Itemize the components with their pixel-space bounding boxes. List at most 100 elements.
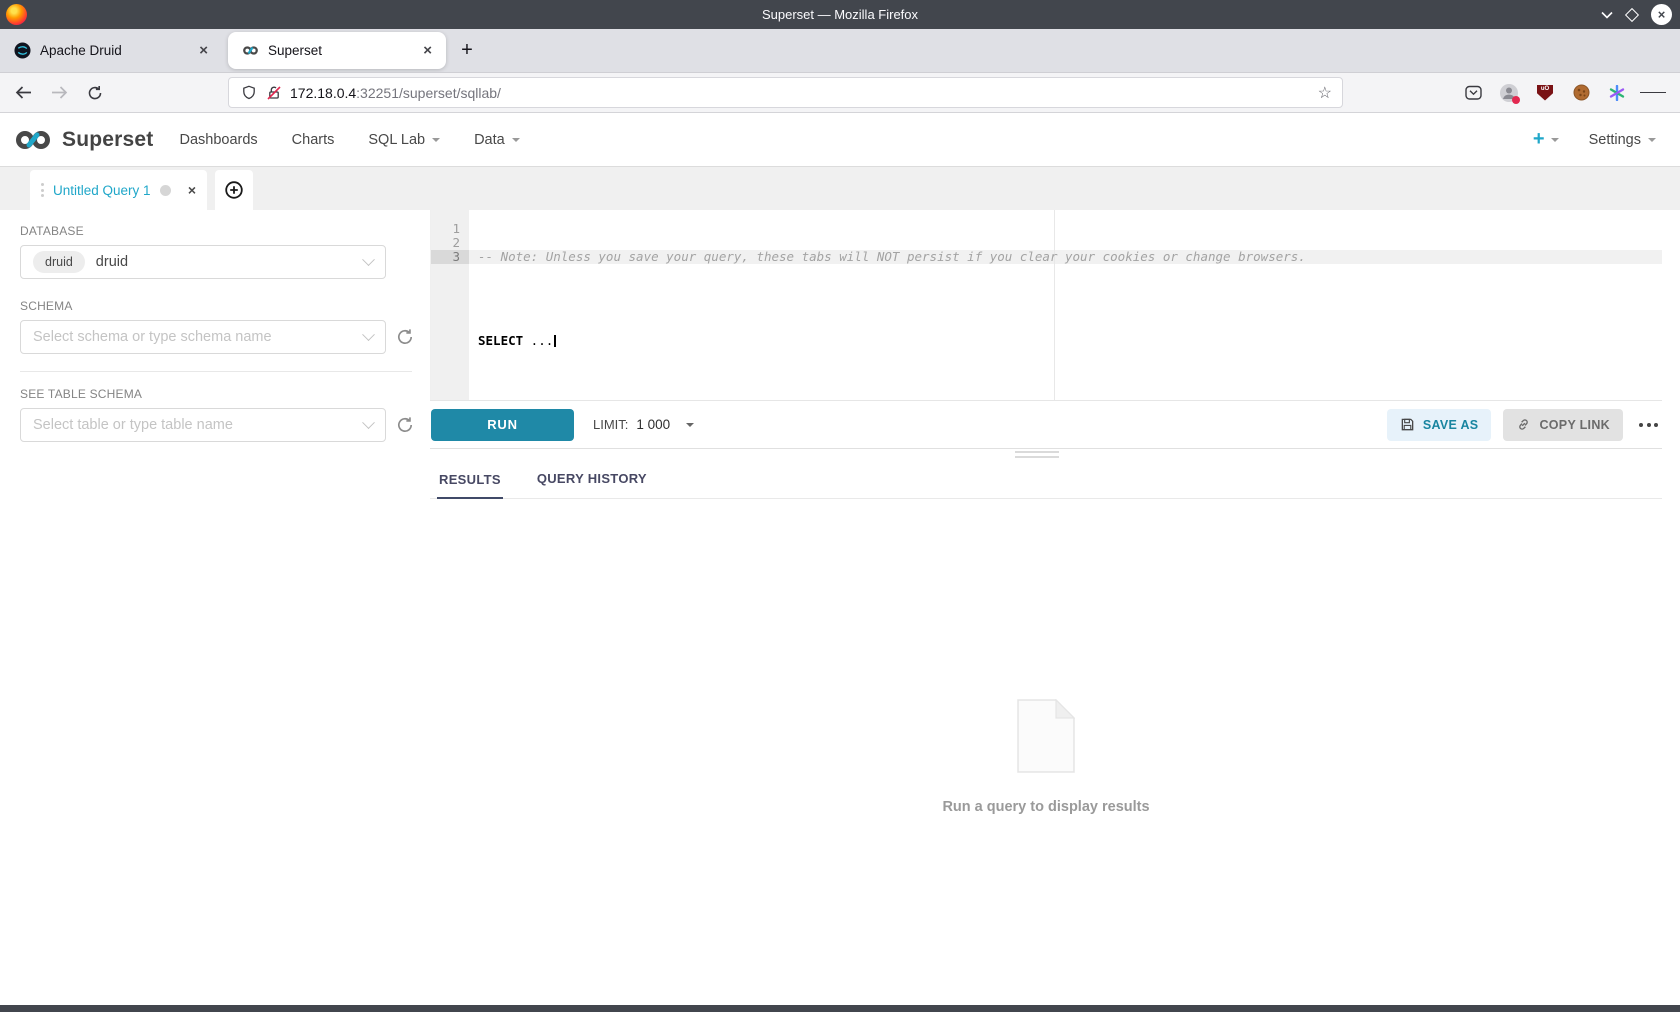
results-tabbar: RESULTS QUERY HISTORY <box>430 461 1662 499</box>
url-host: 172.18.0.4 <box>290 85 356 101</box>
limit-value: 1 000 <box>636 417 670 432</box>
chevron-down-icon <box>512 138 520 142</box>
save-icon <box>1400 417 1415 432</box>
line-number-active: 3 <box>431 250 469 264</box>
pocket-icon[interactable] <box>1460 80 1486 106</box>
new-item-button[interactable]: + <box>1533 128 1559 151</box>
editor-pane: 1 2 3 -- Note: Unless you save your quer… <box>420 210 1680 1005</box>
url-bar[interactable]: 172.18.0.4:32251/superset/sqllab/ ☆ <box>228 77 1343 108</box>
schema-select[interactable]: Select schema or type schema name <box>20 320 386 354</box>
editor-toolbar: RUN LIMIT: 1 000 SAVE AS <box>430 400 1662 449</box>
window-title: Superset — Mozilla Firefox <box>0 7 1680 22</box>
forward-button[interactable] <box>46 80 72 106</box>
sql-empty-line <box>478 292 1662 306</box>
link-icon <box>1516 417 1531 432</box>
window-bottom-edge <box>0 1005 1680 1012</box>
query-tab-title: Untitled Query 1 <box>53 183 151 198</box>
chevron-down-icon <box>362 328 375 341</box>
settings-menu[interactable]: Settings <box>1589 132 1656 148</box>
reload-button[interactable] <box>82 80 108 106</box>
back-button[interactable] <box>10 80 36 106</box>
empty-state-text: Run a query to display results <box>942 799 1149 815</box>
url-path: :32251/superset/sqllab/ <box>356 85 501 101</box>
superset-favicon-icon <box>242 42 259 59</box>
superset-infinity-icon <box>14 127 54 153</box>
text-cursor <box>554 335 556 347</box>
close-tab-icon[interactable]: × <box>195 42 212 59</box>
nav-dashboards[interactable]: Dashboards <box>179 132 257 148</box>
new-tab-button[interactable]: + <box>452 32 482 69</box>
tab-query-history[interactable]: QUERY HISTORY <box>535 471 649 498</box>
tracking-shield-icon[interactable] <box>241 85 257 101</box>
superset-navbar: Superset Dashboards Charts SQL Lab Data … <box>0 113 1680 167</box>
table-placeholder: Select table or type table name <box>33 417 233 433</box>
account-icon[interactable] <box>1496 80 1522 106</box>
tab-title: Superset <box>268 43 419 58</box>
menu-icon[interactable] <box>1640 80 1666 106</box>
line-number: 2 <box>431 236 469 250</box>
schema-placeholder: Select schema or type schema name <box>33 329 272 345</box>
browser-tab-superset[interactable]: Superset × <box>228 32 446 69</box>
sql-lab-main: DATABASE druid druid SCHEMA Select schem… <box>0 210 1680 1005</box>
more-options-icon[interactable] <box>1635 417 1662 433</box>
cookie-extension-icon[interactable] <box>1568 80 1594 106</box>
bookmark-star-icon[interactable]: ☆ <box>1318 83 1332 103</box>
run-button[interactable]: RUN <box>431 409 574 441</box>
browser-toolbar: 172.18.0.4:32251/superset/sqllab/ ☆ uO <box>0 72 1680 113</box>
chevron-down-icon <box>432 138 440 142</box>
results-empty-state: Run a query to display results <box>430 499 1662 1005</box>
copy-link-button[interactable]: COPY LINK <box>1503 409 1623 441</box>
sql-code-line: SELECT ... <box>478 334 1662 348</box>
browser-tab-apache-druid[interactable]: Apache Druid × <box>0 32 222 69</box>
table-select[interactable]: Select table or type table name <box>20 408 386 442</box>
database-label: DATABASE <box>20 224 420 238</box>
save-as-button[interactable]: SAVE AS <box>1387 409 1492 441</box>
chevron-down-icon <box>686 423 694 427</box>
superset-logo[interactable]: Superset <box>14 127 153 153</box>
tab-menu-icon[interactable] <box>41 183 44 197</box>
database-select[interactable]: druid druid <box>20 245 386 279</box>
close-tab-icon[interactable]: × <box>419 42 436 59</box>
schema-label: SCHEMA <box>20 299 420 313</box>
url-text[interactable]: 172.18.0.4:32251/superset/sqllab/ <box>290 85 1318 101</box>
plus-circle-icon <box>225 181 243 199</box>
insecure-lock-icon[interactable] <box>266 85 282 101</box>
close-window-icon[interactable]: × <box>1651 4 1672 25</box>
druid-favicon-icon <box>14 42 31 59</box>
database-value: druid <box>96 254 128 270</box>
nav-data[interactable]: Data <box>474 132 520 148</box>
nav-sql-lab[interactable]: SQL Lab <box>368 132 440 148</box>
ublock-icon[interactable]: uO <box>1532 80 1558 106</box>
sql-editor[interactable]: 1 2 3 -- Note: Unless you save your quer… <box>430 210 1662 400</box>
query-tab-untitled-query-1[interactable]: Untitled Query 1 × <box>30 170 207 210</box>
window-titlebar: Superset — Mozilla Firefox × <box>0 0 1680 29</box>
tab-title: Apache Druid <box>40 43 195 58</box>
sidebar-divider <box>20 371 412 372</box>
brand-name: Superset <box>62 128 153 152</box>
drag-handle-icon[interactable] <box>1015 451 1059 461</box>
sql-comment-line: -- Note: Unless you save your query, the… <box>478 250 1662 264</box>
minimize-icon[interactable] <box>1601 11 1613 19</box>
pane-splitter[interactable] <box>430 449 1662 461</box>
add-query-tab-button[interactable] <box>215 170 253 210</box>
account-error-badge <box>1512 96 1520 104</box>
nav-charts[interactable]: Charts <box>292 132 335 148</box>
maximize-icon[interactable] <box>1625 7 1639 21</box>
refresh-schemas-icon[interactable] <box>396 328 414 346</box>
query-status-dot <box>160 185 171 196</box>
refresh-tables-icon[interactable] <box>396 416 414 434</box>
document-icon <box>1017 699 1075 773</box>
chevron-down-icon <box>362 416 375 429</box>
limit-dropdown[interactable]: LIMIT: 1 000 <box>593 417 694 432</box>
chevron-down-icon <box>362 253 375 266</box>
browser-tabbar: Apache Druid × Superset × + <box>0 29 1680 72</box>
tab-results[interactable]: RESULTS <box>437 472 503 499</box>
extension-asterisk-icon[interactable] <box>1604 80 1630 106</box>
editor-gutter: 1 2 3 <box>431 210 469 400</box>
chevron-down-icon <box>1551 138 1559 142</box>
table-schema-label: SEE TABLE SCHEMA <box>20 387 420 401</box>
sql-lab-sidebar: DATABASE druid druid SCHEMA Select schem… <box>0 210 420 1005</box>
close-query-tab-icon[interactable]: × <box>188 182 196 198</box>
limit-label: LIMIT: <box>593 417 628 432</box>
database-type-pill: druid <box>33 251 85 273</box>
